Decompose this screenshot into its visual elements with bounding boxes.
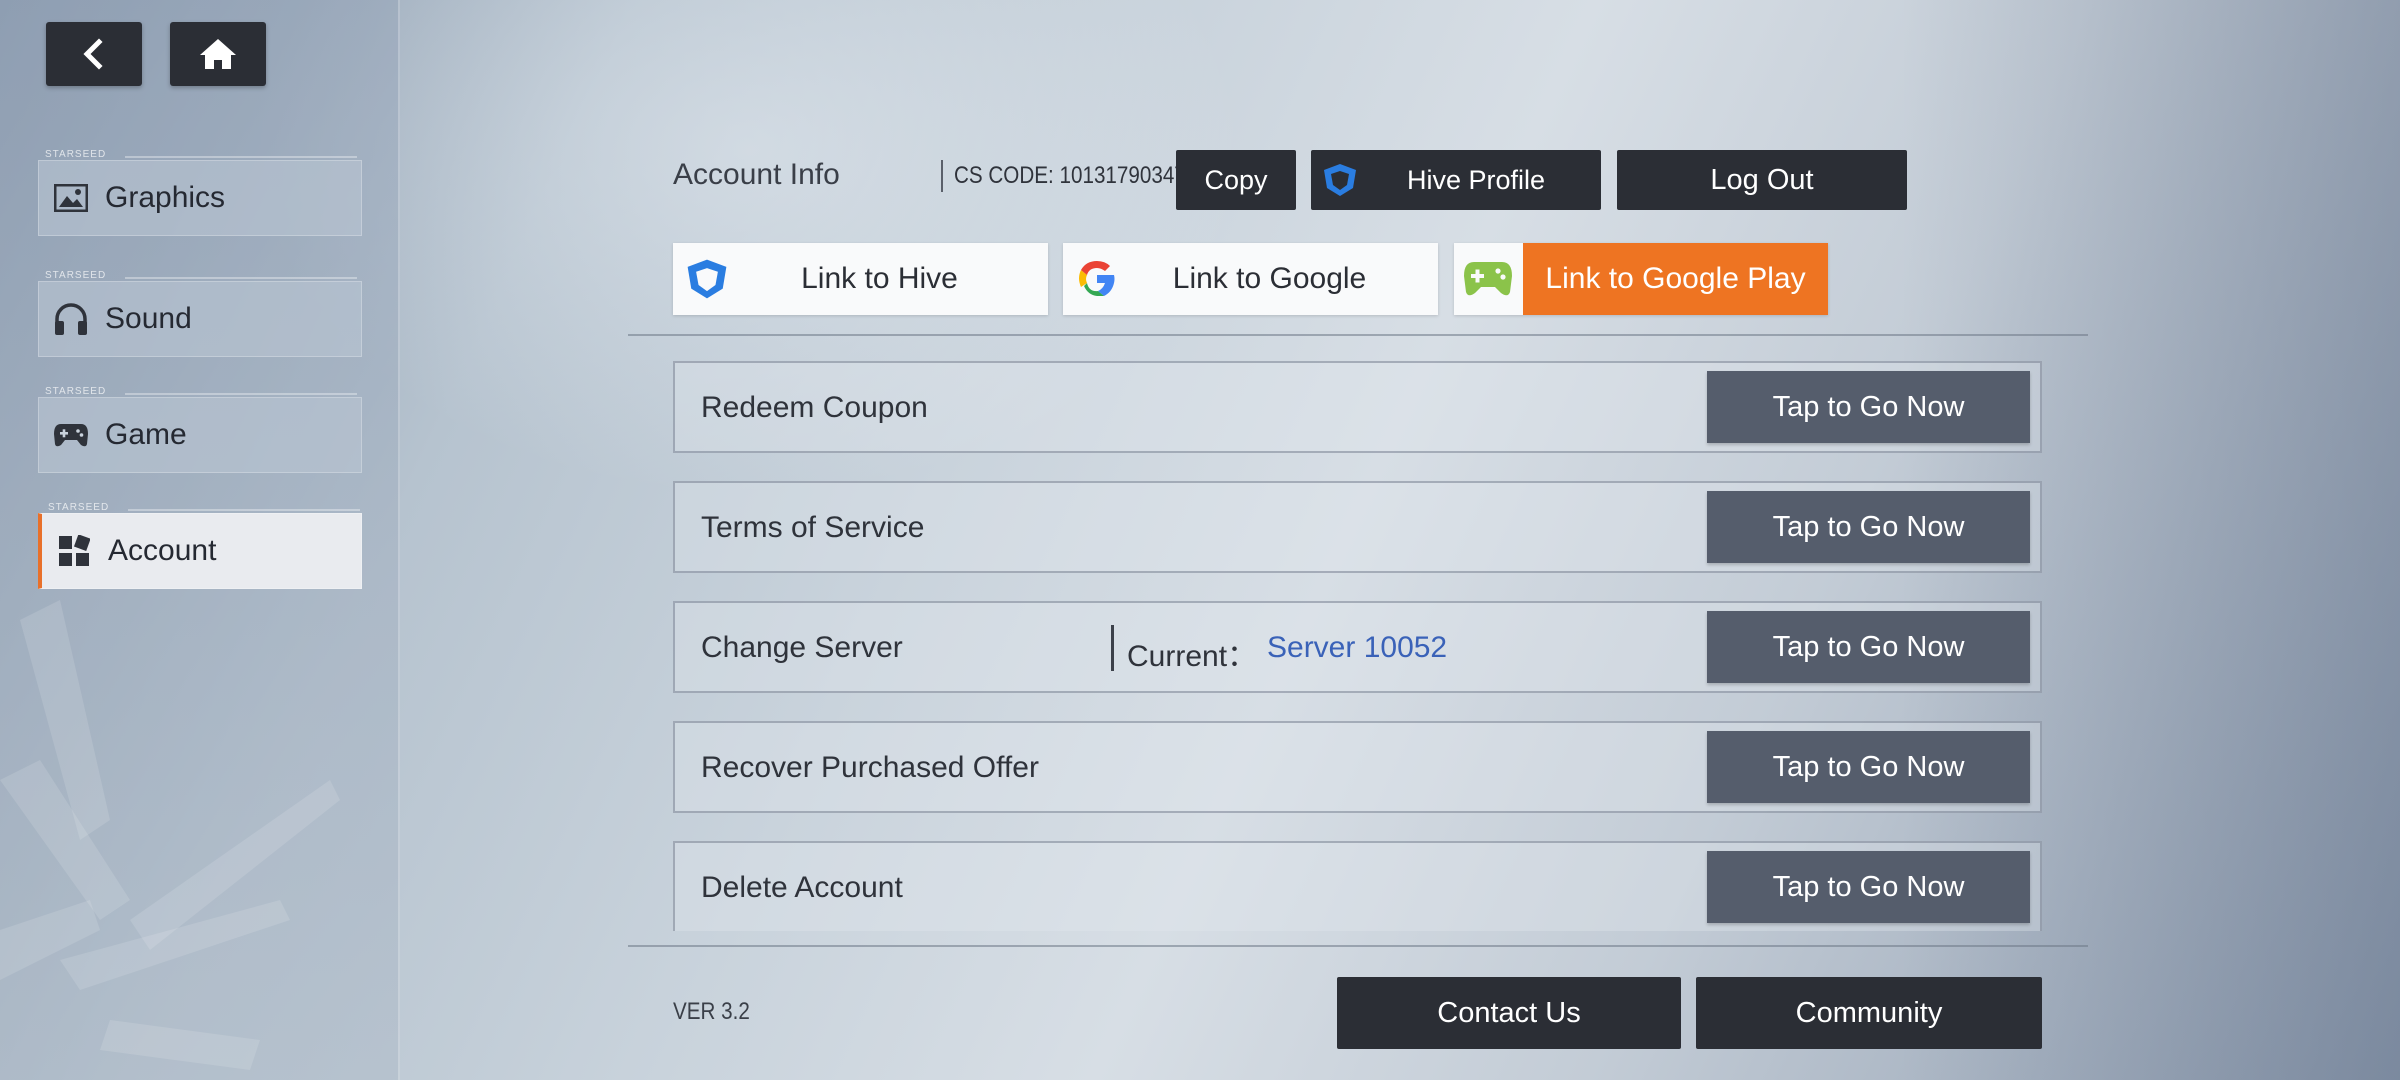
chevron-left-icon: [83, 38, 103, 70]
decorative-emblem-icon: [0, 600, 340, 1070]
home-icon: [200, 39, 236, 69]
link-to-google-label: Link to Google: [1172, 262, 1367, 295]
change-server-row: Change Server Current： Server 10052 Tap …: [673, 601, 2042, 693]
server-separator: [1111, 625, 1114, 671]
sidebar-item-label: Account: [108, 534, 217, 567]
sidebar-item-sound[interactable]: STARSEED Sound: [38, 270, 362, 357]
link-to-hive-button[interactable]: Link to Hive: [673, 243, 1048, 315]
row-label: Delete Account: [701, 871, 903, 904]
delete-account-button[interactable]: Tap to Go Now: [1707, 851, 2030, 923]
google-play-games-icon: [1454, 260, 1522, 298]
gamepad-icon: [53, 419, 89, 451]
current-server-label: Current：: [1127, 640, 1258, 673]
terms-of-service-button[interactable]: Tap to Go Now: [1707, 491, 2030, 563]
link-to-google-play-label: Link to Google Play: [1523, 243, 1828, 315]
version-label: VER 3.2: [673, 998, 750, 1025]
row-label: Change Server: [701, 631, 903, 664]
headphones-icon: [53, 303, 89, 335]
row-label: Recover Purchased Offer: [701, 751, 1039, 784]
copy-button[interactable]: Copy: [1176, 150, 1296, 210]
hive-profile-label: Hive Profile: [1406, 164, 1546, 195]
link-to-google-button[interactable]: Link to Google: [1063, 243, 1438, 315]
redeem-coupon-button[interactable]: Tap to Go Now: [1707, 371, 2030, 443]
sidebar-item-label: Sound: [105, 302, 192, 335]
back-button[interactable]: [46, 22, 142, 86]
recover-purchased-offer-row: Recover Purchased Offer Tap to Go Now: [673, 721, 2042, 813]
logout-button[interactable]: Log Out: [1617, 150, 1907, 210]
contact-us-button[interactable]: Contact Us: [1337, 977, 1681, 1049]
redeem-coupon-row: Redeem Coupon Tap to Go Now: [673, 361, 2042, 453]
widgets-icon: [56, 535, 92, 567]
section-divider: [628, 334, 2088, 336]
link-to-hive-label: Link to Hive: [801, 262, 958, 295]
sidebar-item-tag: STARSEED: [45, 149, 358, 160]
cs-code-text: CS CODE: 10131790347: [954, 162, 1186, 189]
change-server-button[interactable]: Tap to Go Now: [1707, 611, 2030, 683]
sidebar-item-account[interactable]: STARSEED Account: [38, 502, 362, 589]
google-g-icon: [1063, 258, 1131, 300]
hive-profile-button[interactable]: Hive Profile: [1311, 150, 1601, 210]
home-button[interactable]: [170, 22, 266, 86]
recover-purchased-offer-button[interactable]: Tap to Go Now: [1707, 731, 2030, 803]
sidebar-item-graphics[interactable]: STARSEED Graphics: [38, 149, 362, 236]
link-to-google-play-button[interactable]: Link to Google Play: [1454, 243, 1828, 315]
image-icon: [53, 182, 89, 214]
hive-shield-icon: [673, 257, 741, 301]
row-label: Redeem Coupon: [701, 391, 928, 424]
community-button[interactable]: Community: [1696, 977, 2042, 1049]
sidebar-item-tag: STARSEED: [48, 502, 361, 513]
terms-of-service-row: Terms of Service Tap to Go Now: [673, 481, 2042, 573]
account-info-title: Account Info: [673, 158, 840, 191]
sidebar-item-tag: STARSEED: [45, 386, 358, 397]
hive-shield-icon: [1321, 162, 1359, 205]
sidebar-item-label: Game: [105, 418, 187, 451]
cs-code-separator: [941, 160, 943, 192]
sidebar-item-game[interactable]: STARSEED Game: [38, 386, 362, 473]
row-label: Terms of Service: [701, 511, 925, 544]
footer-divider: [628, 945, 2088, 947]
sidebar-item-label: Graphics: [105, 181, 226, 214]
delete-account-row: Delete Account Tap to Go Now: [673, 841, 2042, 931]
sidebar-item-tag: STARSEED: [45, 270, 358, 281]
current-server-value: Server 10052: [1267, 631, 1448, 664]
